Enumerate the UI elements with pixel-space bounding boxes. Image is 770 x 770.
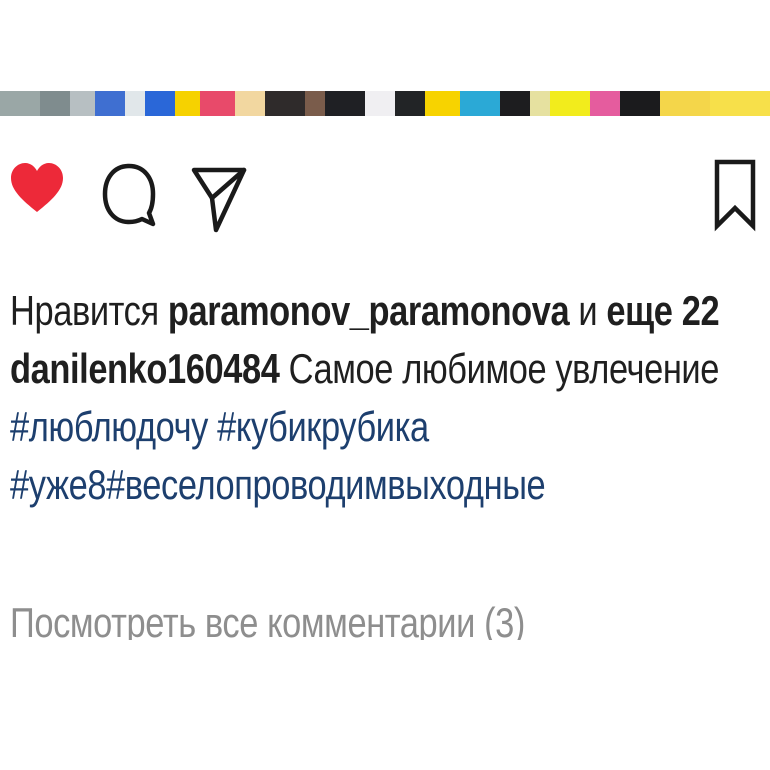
likes-connector: и [578, 287, 598, 334]
hashtag-link[interactable]: #веселопроводимвыходные [106, 461, 546, 508]
post-photo[interactable] [0, 91, 770, 116]
hashtag-link[interactable]: #уже8 [10, 461, 106, 508]
bookmark-icon[interactable] [710, 156, 760, 232]
likes-others-link[interactable]: еще 22 [606, 287, 719, 334]
caption-line-3: #уже8#веселопроводимвыходные [10, 456, 627, 514]
liker-username-link[interactable]: paramonov_paramonova [168, 287, 570, 334]
hashtag-link[interactable]: #люблюдочу [10, 403, 208, 450]
caption-line-1: danilenko160484 Самое любимое увлечение [10, 340, 719, 398]
heart-filled-icon[interactable] [8, 160, 66, 218]
post-text: Нравится paramonov_paramonova и еще 22 d… [10, 282, 720, 514]
likes-prefix: Нравится [10, 287, 159, 334]
view-all-comments-link[interactable]: Посмотреть все комментарии (3) [10, 594, 525, 640]
hashtag-link[interactable]: #кубикрубика [217, 403, 429, 450]
author-username-link[interactable]: danilenko160484 [10, 345, 280, 392]
instagram-post: Нравится paramonov_paramonova и еще 22 d… [0, 0, 770, 770]
likes-line: Нравится paramonov_paramonova и еще 22 [10, 282, 720, 340]
caption-text: Самое любимое увлечение [288, 345, 720, 392]
comment-bubble-icon[interactable] [100, 160, 158, 230]
paper-plane-icon[interactable] [190, 162, 248, 234]
post-action-bar [0, 150, 770, 240]
caption-line-2: #люблюдочу #кубикрубика [10, 398, 627, 456]
